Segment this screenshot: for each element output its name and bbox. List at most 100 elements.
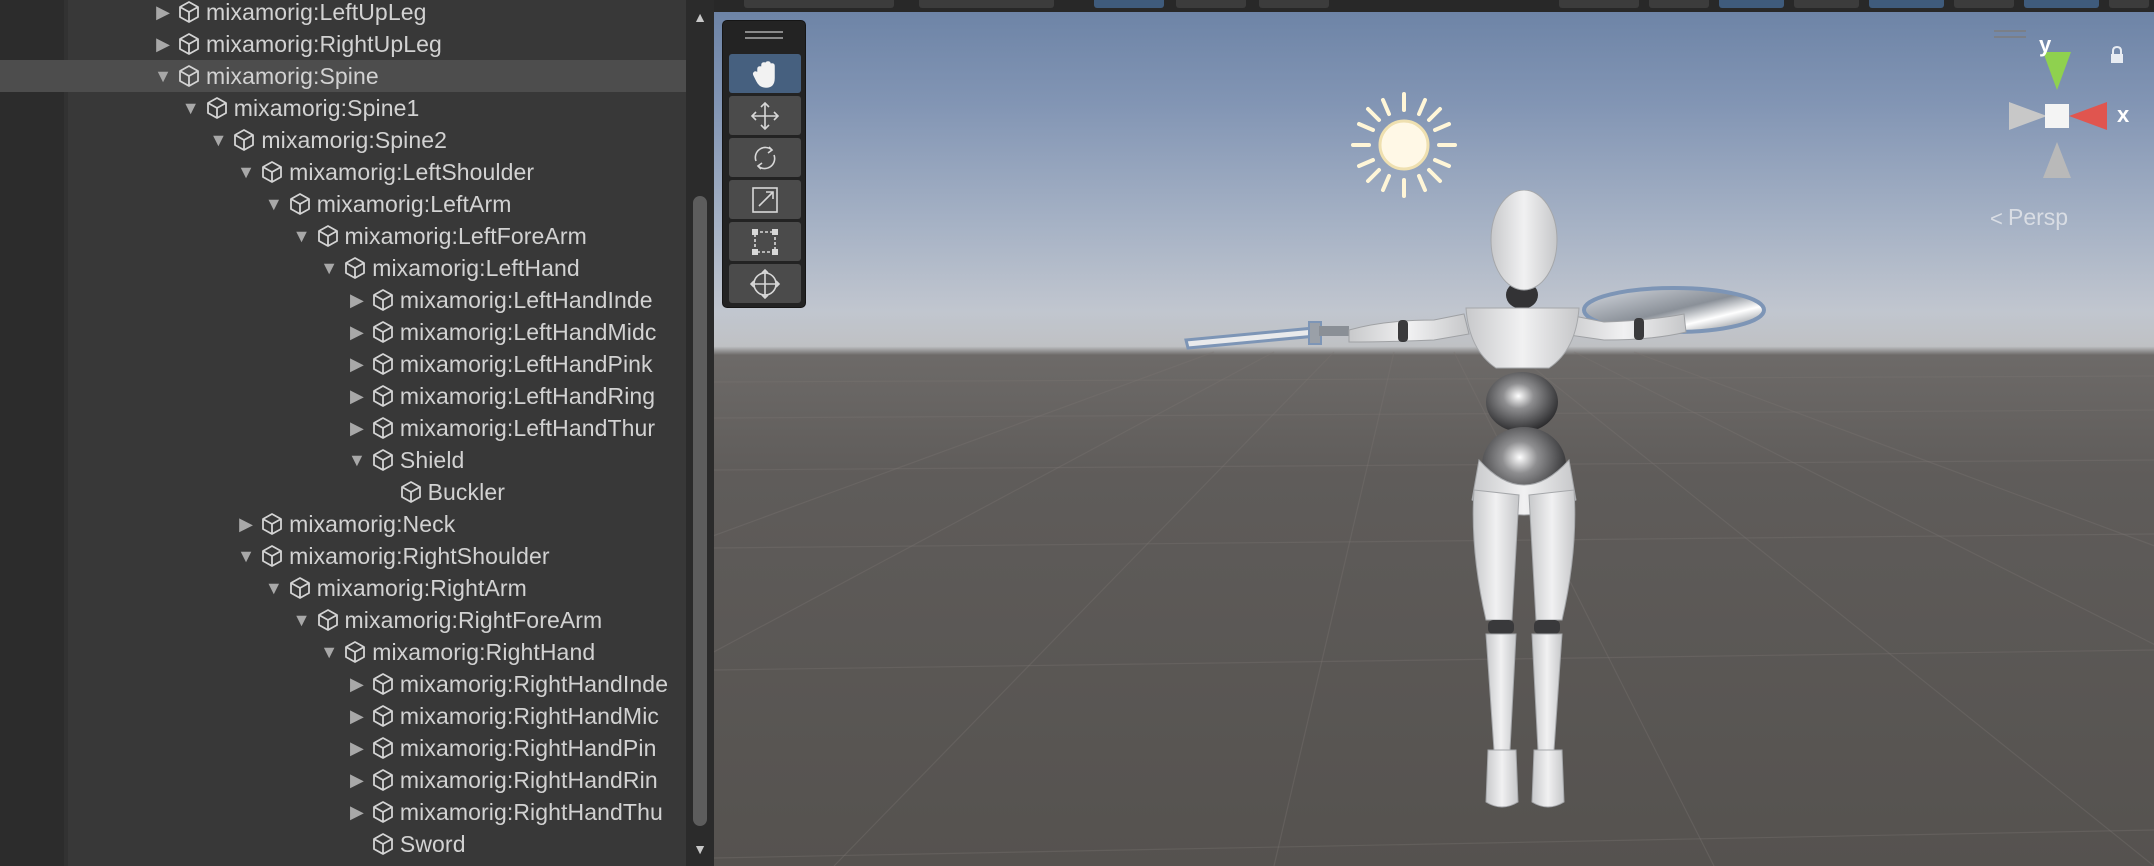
hierarchy-row[interactable]: ▶ mixamorig:LeftHandInde (0, 284, 686, 316)
gameobject-cube-icon (262, 161, 282, 183)
orientation-gizmo[interactable] (1983, 30, 2123, 180)
hierarchy-row[interactable]: ▼ mixamorig:RightShoulder (0, 540, 686, 572)
hierarchy-row[interactable]: ▼ mixamorig:RightForeArm (0, 604, 686, 636)
gameobject-cube-icon (372, 801, 393, 823)
hierarchy-row[interactable]: ▼ mixamorig:RightHand (0, 636, 686, 668)
hierarchy-row-label: mixamorig:RightHandRin (399, 767, 658, 793)
hierarchy-panel: ▶ mixamorig:LeftUpLeg ▶ mixamorig:RightUpLe… (0, 0, 714, 866)
expand-arrow-expanded-icon[interactable]: ▼ (263, 188, 285, 220)
gameobject-cube-icon (372, 289, 393, 311)
expand-arrow-collapsed-icon[interactable]: ▶ (346, 316, 368, 348)
hierarchy-row[interactable]: ▼ Shield (0, 444, 686, 476)
hierarchy-row[interactable]: ▶ mixamorig:RightHandThu (0, 796, 686, 828)
expand-arrow-expanded-icon[interactable]: ▼ (318, 252, 340, 284)
chevron-left-icon: < (1990, 206, 2003, 231)
scroll-down-arrow-icon[interactable]: ▼ (686, 838, 714, 860)
hierarchy-row-label: mixamorig:LeftHandMidc (399, 319, 657, 345)
expand-arrow-expanded-icon[interactable]: ▼ (291, 604, 313, 636)
hierarchy-row[interactable]: ▼ mixamorig:LeftForeArm (0, 220, 686, 252)
hand-tool-button[interactable] (729, 54, 801, 93)
character-model[interactable] (964, 190, 1784, 830)
gameobject-cube-icon (179, 1, 199, 23)
hierarchy-row-label: mixamorig:LeftHandPink (399, 351, 653, 377)
scale-icon (752, 186, 778, 213)
hierarchy-row-label: mixamorig:LeftHandInde (399, 287, 653, 313)
projection-toggle[interactable]: Persp (2008, 204, 2068, 231)
hierarchy-row[interactable]: ▶ mixamorig:LeftHandThur (0, 412, 686, 444)
expand-arrow-expanded-icon[interactable]: ▼ (235, 156, 257, 188)
hierarchy-row[interactable]: ▶ mixamorig:RightUpLeg (0, 28, 686, 60)
hierarchy-row[interactable]: Buckler (0, 476, 686, 508)
scroll-up-arrow-icon[interactable]: ▲ (686, 6, 714, 28)
gameobject-cube-icon (345, 641, 366, 663)
hierarchy-row[interactable]: ▼ mixamorig:LeftArm (0, 188, 686, 220)
transform-tool-button[interactable] (729, 264, 801, 303)
expand-arrow-collapsed-icon[interactable]: ▶ (235, 508, 257, 540)
tool-palette (722, 20, 806, 308)
expand-arrow-collapsed-icon[interactable]: ▶ (346, 348, 368, 380)
expand-arrow-collapsed-icon[interactable]: ▶ (346, 796, 368, 828)
hierarchy-row-label: mixamorig:LeftShoulder (289, 159, 535, 185)
expand-arrow-expanded-icon[interactable]: ▼ (152, 60, 174, 92)
gameobject-cube-icon (372, 833, 393, 855)
expand-arrow-expanded-icon[interactable]: ▼ (318, 636, 340, 668)
hierarchy-row[interactable]: ▼ mixamorig:LeftShoulder (0, 156, 686, 188)
expand-arrow-collapsed-icon[interactable]: ▶ (346, 700, 368, 732)
expand-arrow-collapsed-icon[interactable]: ▶ (346, 764, 368, 796)
hierarchy-row[interactable]: ▶ mixamorig:LeftHandMidc (0, 316, 686, 348)
gameobject-cube-icon (317, 609, 338, 631)
expand-arrow-collapsed-icon[interactable]: ▶ (346, 668, 368, 700)
hierarchy-row[interactable]: ▶ mixamorig:LeftUpLeg (0, 0, 686, 28)
expand-arrow-expanded-icon[interactable]: ▼ (235, 540, 257, 572)
scale-tool-button[interactable] (729, 180, 801, 219)
expand-arrow-collapsed-icon[interactable]: ▶ (346, 412, 368, 444)
transform-icon (749, 268, 781, 299)
gameobject-cube-icon (234, 129, 255, 151)
hierarchy-row[interactable]: ▼ mixamorig:RightArm (0, 572, 686, 604)
directional-light-icon[interactable] (1349, 90, 1459, 200)
expand-arrow-collapsed-icon[interactable]: ▶ (346, 732, 368, 764)
scrollbar-thumb[interactable] (693, 196, 707, 826)
hierarchy-row[interactable]: ▶ mixamorig:RightHandPin (0, 732, 686, 764)
hierarchy-row[interactable]: ▶ mixamorig:RightHandMic (0, 700, 686, 732)
hierarchy-row[interactable]: ▼ mixamorig:Spine1 (0, 92, 686, 124)
hierarchy-row[interactable]: ▶ mixamorig:RightHandRin (0, 764, 686, 796)
expand-arrow-collapsed-icon[interactable]: ▶ (346, 380, 368, 412)
hierarchy-row[interactable]: ▶ mixamorig:LeftHandPink (0, 348, 686, 380)
expand-arrow-collapsed-icon[interactable]: ▶ (152, 28, 174, 60)
gameobject-cube-icon (372, 353, 393, 375)
hierarchy-row-label: mixamorig:RightArm (316, 575, 527, 601)
expand-arrow-expanded-icon[interactable]: ▼ (207, 124, 229, 156)
expand-arrow-collapsed-icon[interactable]: ▶ (152, 0, 174, 28)
expand-arrow-expanded-icon[interactable]: ▼ (263, 572, 285, 604)
hierarchy-row-label: mixamorig:RightUpLeg (206, 31, 442, 57)
gameobject-cube-icon (372, 673, 393, 695)
gameobject-cube-icon (289, 577, 310, 599)
scene-toolbar (714, 0, 2154, 12)
gameobject-cube-icon (400, 481, 421, 503)
expand-arrow-expanded-icon[interactable]: ▼ (291, 220, 313, 252)
lock-icon[interactable] (2106, 44, 2128, 66)
hierarchy-row[interactable]: ▶ mixamorig:Neck (0, 508, 686, 540)
expand-arrow-expanded-icon[interactable]: ▼ (346, 444, 368, 476)
hierarchy-row[interactable]: ▼ mixamorig:Spine2 (0, 124, 686, 156)
scene-view[interactable]: y x < Persp (714, 0, 2154, 866)
hierarchy-row[interactable]: Sword (0, 828, 686, 860)
gameobject-cube-icon (372, 417, 393, 439)
hierarchy-row[interactable]: ▼ mixamorig:Spine (0, 60, 686, 92)
hierarchy-row[interactable]: ▶ mixamorig:LeftHandRing (0, 380, 686, 412)
expand-arrow-collapsed-icon[interactable]: ▶ (346, 284, 368, 316)
gameobject-cube-icon (179, 65, 199, 87)
rect-tool-button[interactable] (729, 222, 801, 261)
hierarchy-row[interactable]: ▼ mixamorig:LeftHand (0, 252, 686, 284)
sword-mesh (1184, 321, 1349, 350)
gameobject-cube-icon (262, 545, 282, 567)
rotate-tool-button[interactable] (729, 138, 801, 177)
drag-handle-icon[interactable] (745, 31, 783, 41)
hierarchy-row-label: Buckler (427, 479, 505, 505)
hierarchy-row-label: mixamorig:LeftUpLeg (206, 0, 427, 25)
hierarchy-scrollbar[interactable]: ▲ ▼ (686, 0, 714, 866)
hierarchy-row[interactable]: ▶ mixamorig:RightHandInde (0, 668, 686, 700)
expand-arrow-expanded-icon[interactable]: ▼ (180, 92, 202, 124)
move-tool-button[interactable] (729, 96, 801, 135)
